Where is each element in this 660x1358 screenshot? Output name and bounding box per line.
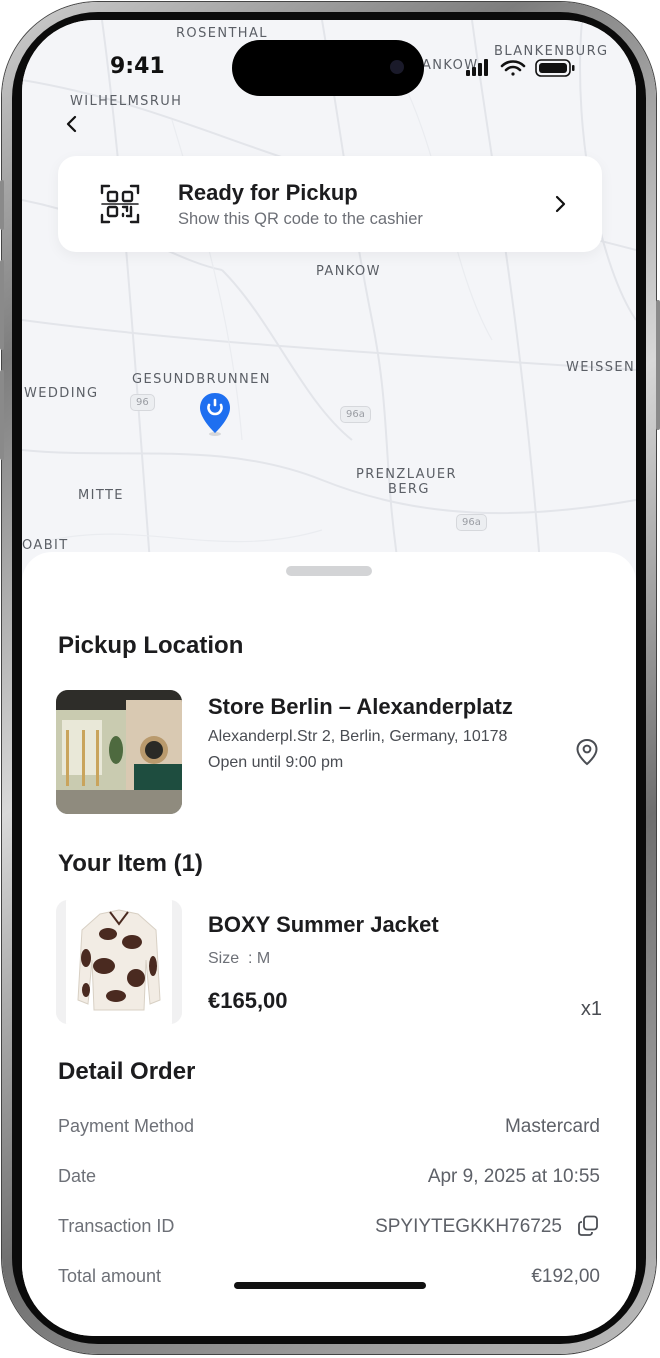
side-button: [0, 180, 4, 230]
date-value: Apr 9, 2025 at 10:55: [427, 1166, 600, 1187]
route-badge: 96a: [456, 514, 487, 531]
map-label: PRENZLAUER: [356, 467, 457, 482]
map-label: BLANKENBURG: [494, 44, 609, 59]
map-label: PANKOW: [316, 264, 381, 279]
total-amount-label: Total amount: [58, 1266, 162, 1286]
copy-icon[interactable]: [576, 1214, 600, 1238]
date-label: Date: [58, 1166, 97, 1186]
item-quantity: x1: [580, 998, 602, 1020]
payment-method-label: Payment Method: [58, 1116, 195, 1136]
dynamic-island: [232, 40, 424, 96]
map-label: BERG: [388, 482, 430, 497]
item-size: Size : M: [208, 950, 271, 967]
side-button: [0, 370, 4, 460]
store-name: Store Berlin – Alexanderplatz: [208, 694, 513, 719]
sheet-grabber[interactable]: [286, 566, 372, 576]
back-chevron-icon[interactable]: [60, 112, 84, 136]
transaction-id-label: Transaction ID: [58, 1216, 175, 1236]
side-button: [0, 260, 4, 350]
route-badge: 96a: [340, 406, 371, 423]
chevron-right-icon[interactable]: [548, 192, 572, 216]
pickup-subtitle: Show this QR code to the cashier: [178, 210, 423, 228]
your-item-heading: Your Item (1): [58, 850, 203, 877]
pickup-title: Ready for Pickup: [178, 180, 358, 205]
map-label: WEDDING: [24, 386, 99, 401]
status-icons: [466, 59, 575, 77]
battery-icon: [535, 59, 575, 77]
transaction-id-value: SPYIYTEGKKH76725: [375, 1216, 562, 1237]
screen: ROSENTHAL WILHELMSRUH ANKOW BLANKENBURG …: [22, 20, 636, 1336]
home-indicator[interactable]: [234, 1282, 426, 1289]
map-view[interactable]: ROSENTHAL WILHELMSRUH ANKOW BLANKENBURG …: [22, 20, 636, 590]
map-pin-icon[interactable]: [198, 392, 232, 436]
ready-for-pickup-card[interactable]: Ready for Pickup Show this QR code to th…: [58, 156, 602, 252]
total-amount-value: €192,00: [531, 1266, 600, 1287]
item-name: BOXY Summer Jacket: [208, 912, 439, 937]
map-label: MITTE: [78, 488, 124, 503]
map-label: OABIT: [22, 538, 69, 553]
route-badge: 96: [130, 394, 155, 411]
store-address: Alexanderpl.Str 2, Berlin, Germany, 1017…: [208, 728, 508, 745]
camera-dot: [390, 60, 404, 74]
item-price: €165,00: [208, 988, 288, 1013]
map-label: WEISSEN: [566, 360, 636, 375]
map-label: WILHELMSRUH: [70, 94, 183, 109]
detail-order-heading: Detail Order: [58, 1058, 196, 1085]
location-pin-icon[interactable]: [574, 738, 600, 766]
store-image: [56, 690, 182, 814]
wifi-icon: [500, 60, 526, 76]
map-label: GESUNDBRUNNEN: [132, 372, 271, 387]
qr-code-icon: [100, 184, 140, 224]
status-time: 9:41: [110, 54, 165, 79]
signal-icon: [466, 59, 488, 76]
pickup-location-heading: Pickup Location: [58, 632, 244, 659]
store-hours: Open until 9:00 pm: [208, 754, 344, 771]
item-image[interactable]: [56, 900, 182, 1024]
payment-method-value: Mastercard: [504, 1116, 600, 1137]
side-button: [656, 300, 660, 430]
map-label: ROSENTHAL: [176, 26, 268, 41]
order-detail-sheet: Pickup Location Store Berlin – Alexander…: [22, 552, 636, 1336]
